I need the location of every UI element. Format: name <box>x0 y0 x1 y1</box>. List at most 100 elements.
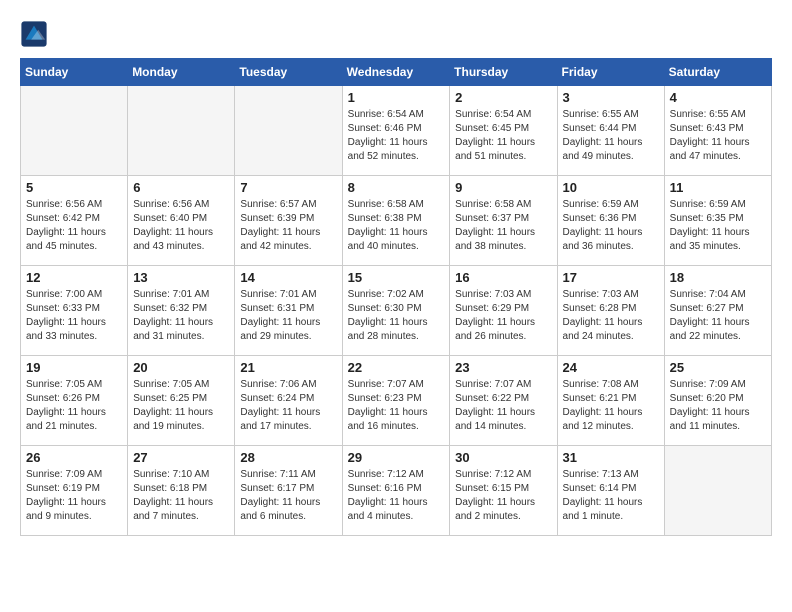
day-cell-3: 3Sunrise: 6:55 AM Sunset: 6:44 PM Daylig… <box>557 86 664 176</box>
day-info: Sunrise: 7:04 AM Sunset: 6:27 PM Dayligh… <box>670 288 766 344</box>
day-number: 17 <box>563 270 659 285</box>
day-cell-25: 25 Sunrise: 7:09 AM Sunset: 6:20 PM Dayli… <box>664 356 771 446</box>
day-cell-31: 31 Sunrise: 7:13 AM Sunset: 6:14 PM Dayli… <box>557 446 664 536</box>
day-cell-8: 8 Sunrise: 6:58 AM Sunset: 6:38 PM Daylig… <box>342 176 450 266</box>
week-row-1: 1 Sunrise: 6:54 AM Sunset: 6:46 PM Daylig… <box>21 86 772 176</box>
calendar-table: SundayMondayTuesdayWednesdayThursdayFrid… <box>20 58 772 536</box>
day-cell-13: 13Sunrise: 7:01 AM Sunset: 6:32 PM Dayli… <box>128 266 235 356</box>
day-info: Sunrise: 7:07 AM Sunset: 6:22 PM Dayligh… <box>455 378 551 434</box>
day-info: Sunrise: 6:56 AM Sunset: 6:42 PM Dayligh… <box>26 198 122 254</box>
day-cell-12: 12 Sunrise: 7:00 AM Sunset: 6:33 PM Dayli… <box>21 266 128 356</box>
day-cell-21: 21Sunrise: 7:06 AM Sunset: 6:24 PM Dayli… <box>235 356 342 446</box>
day-cell-7: 7Sunrise: 6:57 AM Sunset: 6:39 PM Daylig… <box>235 176 342 266</box>
day-cell-30: 30Sunrise: 7:12 AM Sunset: 6:15 PM Dayli… <box>450 446 557 536</box>
day-info: Sunrise: 7:11 AM Sunset: 6:17 PM Dayligh… <box>240 468 336 524</box>
day-info: Sunrise: 7:08 AM Sunset: 6:21 PM Dayligh… <box>563 378 659 434</box>
day-number: 31 <box>563 450 659 465</box>
weekday-header-friday: Friday <box>557 59 664 86</box>
day-info: Sunrise: 6:55 AM Sunset: 6:44 PM Dayligh… <box>563 108 659 164</box>
day-info: Sunrise: 6:54 AM Sunset: 6:45 PM Dayligh… <box>455 108 551 164</box>
day-info: Sunrise: 7:09 AM Sunset: 6:19 PM Dayligh… <box>26 468 122 524</box>
day-number: 24 <box>563 360 659 375</box>
day-number: 7 <box>240 180 336 195</box>
day-cell-22: 22Sunrise: 7:07 AM Sunset: 6:23 PM Dayli… <box>342 356 450 446</box>
day-number: 30 <box>455 450 551 465</box>
day-number: 13 <box>133 270 229 285</box>
day-info: Sunrise: 7:05 AM Sunset: 6:25 PM Dayligh… <box>133 378 229 434</box>
logo <box>20 20 52 48</box>
day-info: Sunrise: 6:56 AM Sunset: 6:40 PM Dayligh… <box>133 198 229 254</box>
day-info: Sunrise: 6:55 AM Sunset: 6:43 PM Dayligh… <box>670 108 766 164</box>
day-number: 14 <box>240 270 336 285</box>
day-number: 4 <box>670 90 766 105</box>
empty-cell <box>235 86 342 176</box>
day-number: 11 <box>670 180 766 195</box>
day-cell-19: 19 Sunrise: 7:05 AM Sunset: 6:26 PM Dayli… <box>21 356 128 446</box>
day-cell-29: 29 Sunrise: 7:12 AM Sunset: 6:16 PM Dayli… <box>342 446 450 536</box>
day-info: Sunrise: 7:12 AM Sunset: 6:16 PM Dayligh… <box>348 468 445 524</box>
day-number: 10 <box>563 180 659 195</box>
day-info: Sunrise: 7:09 AM Sunset: 6:20 PM Dayligh… <box>670 378 766 434</box>
weekday-header-monday: Monday <box>128 59 235 86</box>
day-cell-17: 17 Sunrise: 7:03 AM Sunset: 6:28 PM Dayli… <box>557 266 664 356</box>
day-number: 15 <box>348 270 445 285</box>
day-number: 29 <box>348 450 445 465</box>
day-cell-2: 2 Sunrise: 6:54 AM Sunset: 6:45 PM Daylig… <box>450 86 557 176</box>
day-info: Sunrise: 6:58 AM Sunset: 6:37 PM Dayligh… <box>455 198 551 254</box>
empty-cell <box>128 86 235 176</box>
day-cell-5: 5 Sunrise: 6:56 AM Sunset: 6:42 PM Daylig… <box>21 176 128 266</box>
day-number: 8 <box>348 180 445 195</box>
day-info: Sunrise: 7:02 AM Sunset: 6:30 PM Dayligh… <box>348 288 445 344</box>
day-info: Sunrise: 7:10 AM Sunset: 6:18 PM Dayligh… <box>133 468 229 524</box>
day-number: 5 <box>26 180 122 195</box>
day-cell-23: 23 Sunrise: 7:07 AM Sunset: 6:22 PM Dayli… <box>450 356 557 446</box>
day-cell-9: 9 Sunrise: 6:58 AM Sunset: 6:37 PM Daylig… <box>450 176 557 266</box>
day-info: Sunrise: 7:05 AM Sunset: 6:26 PM Dayligh… <box>26 378 122 434</box>
day-cell-20: 20 Sunrise: 7:05 AM Sunset: 6:25 PM Dayli… <box>128 356 235 446</box>
day-cell-16: 16Sunrise: 7:03 AM Sunset: 6:29 PM Dayli… <box>450 266 557 356</box>
day-number: 26 <box>26 450 122 465</box>
logo-icon <box>20 20 48 48</box>
empty-cell <box>21 86 128 176</box>
day-info: Sunrise: 6:59 AM Sunset: 6:36 PM Dayligh… <box>563 198 659 254</box>
day-cell-15: 15 Sunrise: 7:02 AM Sunset: 6:30 PM Dayli… <box>342 266 450 356</box>
weekday-header-saturday: Saturday <box>664 59 771 86</box>
week-row-2: 5 Sunrise: 6:56 AM Sunset: 6:42 PM Daylig… <box>21 176 772 266</box>
day-info: Sunrise: 7:01 AM Sunset: 6:31 PM Dayligh… <box>240 288 336 344</box>
weekday-header-thursday: Thursday <box>450 59 557 86</box>
day-info: Sunrise: 6:54 AM Sunset: 6:46 PM Dayligh… <box>348 108 445 164</box>
day-info: Sunrise: 7:03 AM Sunset: 6:28 PM Dayligh… <box>563 288 659 344</box>
week-row-3: 12 Sunrise: 7:00 AM Sunset: 6:33 PM Dayli… <box>21 266 772 356</box>
empty-cell <box>664 446 771 536</box>
day-number: 9 <box>455 180 551 195</box>
day-cell-11: 11 Sunrise: 6:59 AM Sunset: 6:35 PM Dayli… <box>664 176 771 266</box>
weekday-header-tuesday: Tuesday <box>235 59 342 86</box>
day-cell-10: 10 Sunrise: 6:59 AM Sunset: 6:36 PM Dayli… <box>557 176 664 266</box>
day-number: 12 <box>26 270 122 285</box>
day-cell-18: 18 Sunrise: 7:04 AM Sunset: 6:27 PM Dayli… <box>664 266 771 356</box>
page-header <box>20 20 772 48</box>
weekday-header-sunday: Sunday <box>21 59 128 86</box>
day-number: 23 <box>455 360 551 375</box>
week-row-4: 19 Sunrise: 7:05 AM Sunset: 6:26 PM Dayli… <box>21 356 772 446</box>
day-info: Sunrise: 7:00 AM Sunset: 6:33 PM Dayligh… <box>26 288 122 344</box>
day-info: Sunrise: 7:13 AM Sunset: 6:14 PM Dayligh… <box>563 468 659 524</box>
day-info: Sunrise: 7:07 AM Sunset: 6:23 PM Dayligh… <box>348 378 445 434</box>
day-number: 2 <box>455 90 551 105</box>
day-number: 25 <box>670 360 766 375</box>
day-number: 18 <box>670 270 766 285</box>
weekday-header-row: SundayMondayTuesdayWednesdayThursdayFrid… <box>21 59 772 86</box>
day-info: Sunrise: 6:58 AM Sunset: 6:38 PM Dayligh… <box>348 198 445 254</box>
weekday-header-wednesday: Wednesday <box>342 59 450 86</box>
day-info: Sunrise: 6:59 AM Sunset: 6:35 PM Dayligh… <box>670 198 766 254</box>
day-number: 28 <box>240 450 336 465</box>
day-number: 20 <box>133 360 229 375</box>
day-number: 6 <box>133 180 229 195</box>
week-row-5: 26 Sunrise: 7:09 AM Sunset: 6:19 PM Dayli… <box>21 446 772 536</box>
day-number: 27 <box>133 450 229 465</box>
day-number: 19 <box>26 360 122 375</box>
day-number: 1 <box>348 90 445 105</box>
day-cell-1: 1 Sunrise: 6:54 AM Sunset: 6:46 PM Daylig… <box>342 86 450 176</box>
day-cell-24: 24 Sunrise: 7:08 AM Sunset: 6:21 PM Dayli… <box>557 356 664 446</box>
day-info: Sunrise: 7:03 AM Sunset: 6:29 PM Dayligh… <box>455 288 551 344</box>
